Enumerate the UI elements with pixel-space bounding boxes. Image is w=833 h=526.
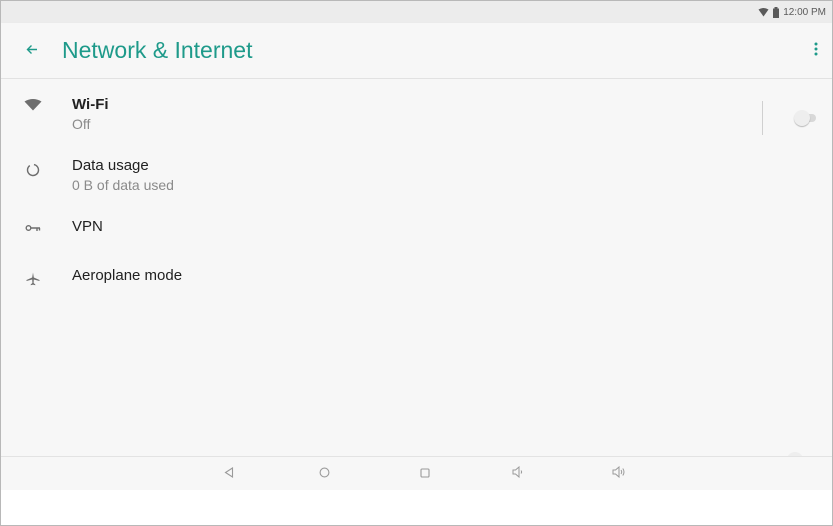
settings-item-title: VPN (72, 218, 103, 235)
settings-item-subtitle: 0 B of data used (72, 177, 174, 193)
nav-recents-button[interactable] (414, 463, 436, 485)
page-title: Network & Internet (62, 37, 253, 63)
settings-item-title: Data usage (72, 157, 149, 174)
data-usage-icon (23, 160, 43, 180)
navigation-bar (1, 456, 832, 490)
back-triangle-icon (224, 465, 234, 483)
nav-back-button[interactable] (218, 463, 240, 485)
settings-item-aeroplane-mode[interactable]: Aeroplane mode (1, 261, 832, 468)
more-options-button[interactable] (804, 38, 828, 64)
volume-up-button[interactable] (608, 463, 630, 485)
app-bar: Network & Internet (1, 23, 832, 79)
vpn-key-icon (23, 218, 43, 238)
settings-item-vpn[interactable]: VPN (1, 212, 832, 246)
nav-home-button[interactable] (313, 463, 335, 485)
volume-down-button[interactable] (507, 463, 529, 485)
status-bar: 12:00 PM (1, 1, 832, 23)
more-vertical-icon (814, 42, 818, 61)
battery-icon (773, 6, 780, 18)
wifi-toggle[interactable] (794, 110, 818, 126)
status-time: 12:00 PM (783, 6, 826, 18)
bottom-area (1, 490, 832, 525)
wifi-signal-icon (758, 7, 769, 17)
settings-item-data-usage[interactable]: Data usage 0 B of data used (1, 152, 832, 202)
airplane-icon (23, 269, 43, 289)
settings-item-title: Wi-Fi (72, 96, 109, 113)
settings-item-title: Aeroplane mode (72, 267, 183, 284)
volume-down-icon (512, 465, 524, 483)
volume-up-icon (612, 465, 626, 483)
wifi-icon (23, 95, 43, 115)
settings-item-subtitle: Off (72, 116, 91, 132)
home-circle-icon (319, 465, 330, 483)
toggle-thumb (794, 110, 810, 126)
toggle-divider (762, 101, 763, 135)
settings-item-wifi[interactable]: Wi-Fi Off (1, 89, 832, 141)
arrow-left-icon (26, 42, 38, 60)
recents-square-icon (420, 465, 430, 483)
settings-list: Wi-Fi Off Data usage 0 B of data used VP… (1, 79, 832, 468)
screen: 12:00 PM Network & Internet Wi-Fi Off Da… (0, 0, 833, 526)
back-button[interactable] (19, 38, 45, 64)
